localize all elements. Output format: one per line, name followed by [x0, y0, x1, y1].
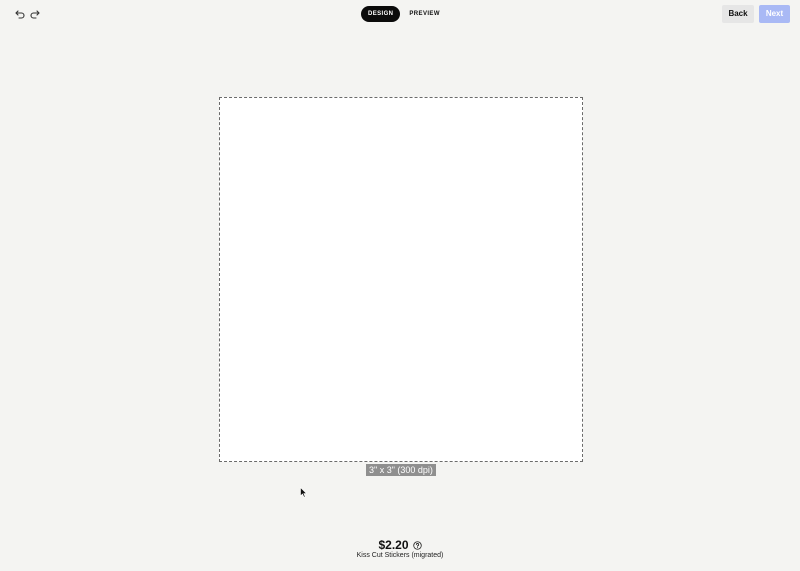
top-toolbar: DESIGN PREVIEW Back Next — [0, 0, 800, 28]
mouse-cursor-icon — [300, 487, 307, 498]
tab-design[interactable]: DESIGN — [361, 6, 401, 22]
next-button[interactable]: Next — [759, 5, 790, 23]
price-row: $2.20 — [0, 538, 800, 552]
price: $2.20 — [378, 538, 409, 552]
design-canvas[interactable] — [219, 97, 583, 462]
undo-icon[interactable] — [14, 8, 26, 20]
tab-preview[interactable]: PREVIEW — [402, 6, 446, 22]
redo-icon[interactable] — [29, 8, 41, 20]
canvas-dimension-label: 3" x 3" (300 dpi) — [366, 464, 436, 476]
help-icon[interactable] — [412, 540, 422, 550]
back-button[interactable]: Back — [722, 5, 754, 23]
product-name: Kiss Cut Stickers (migrated) — [356, 552, 444, 559]
mode-switch: DESIGN PREVIEW — [361, 6, 447, 22]
